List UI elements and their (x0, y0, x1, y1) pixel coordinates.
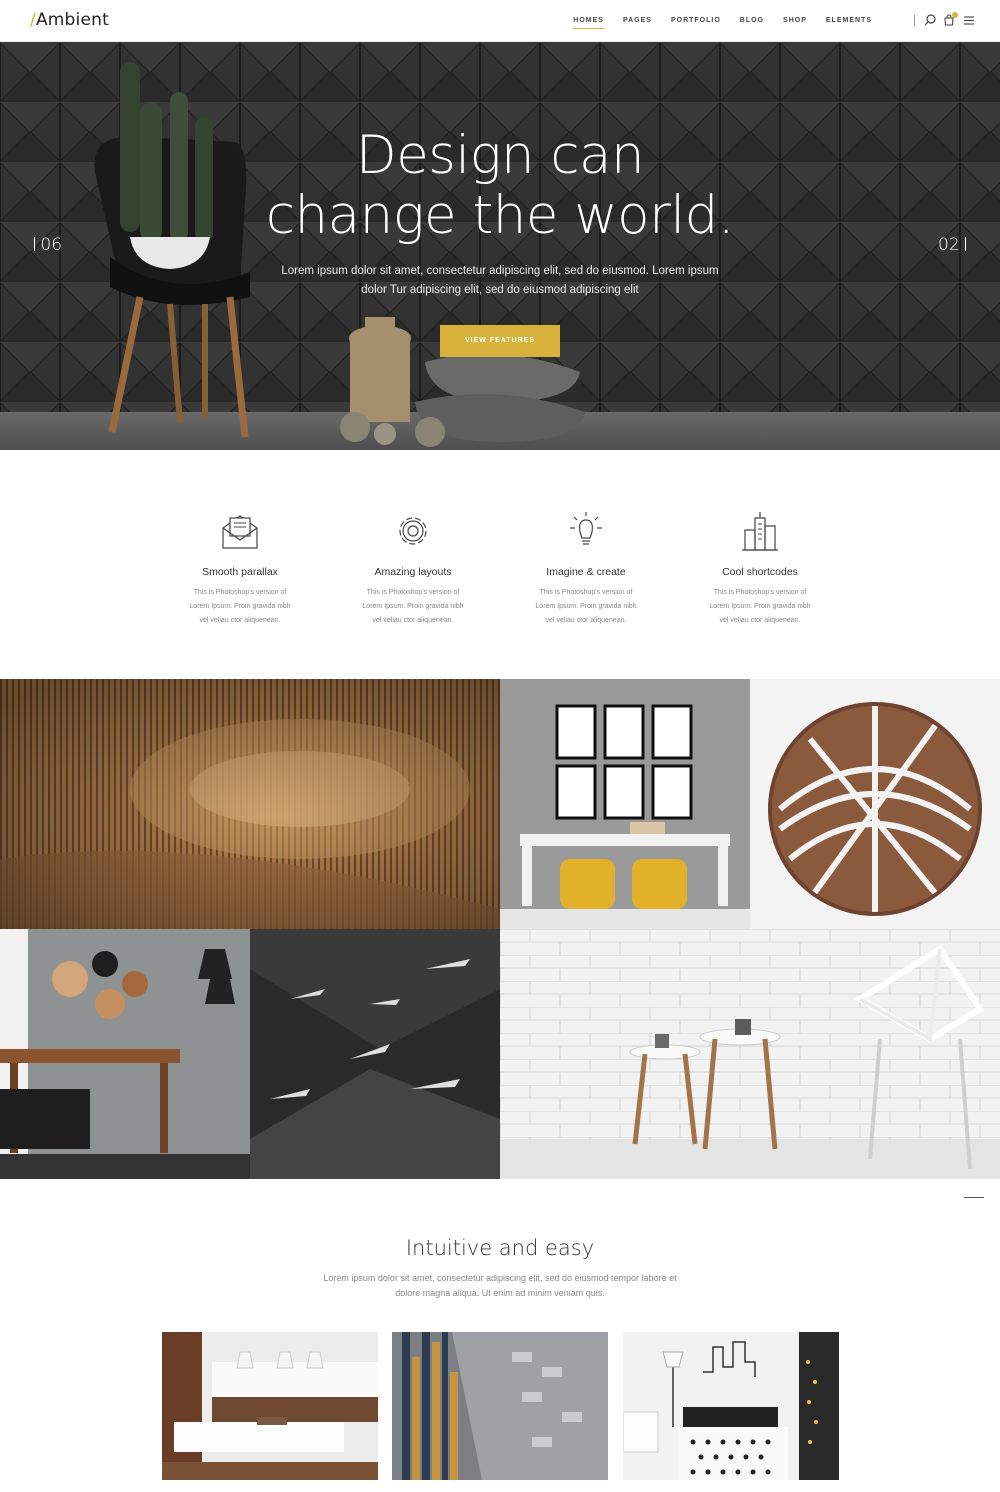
gallery-image-wood-sphere[interactable] (750, 679, 1000, 929)
section-divider (964, 1197, 984, 1198)
feature-text: This is Photoshop's version of Lorem Ips… (362, 589, 464, 624)
nav-homes[interactable]: HOMES (573, 0, 604, 42)
features-section: Smooth parallax This is Photoshop's vers… (0, 450, 1000, 678)
nav-divider (914, 15, 915, 26)
card-image-building[interactable] (392, 1332, 608, 1480)
gallery-image-dining-room[interactable] (0, 929, 250, 1179)
logo-text: Ambient (35, 10, 109, 30)
gallery-image-white-brick[interactable] (500, 929, 1000, 1179)
buildings-icon (742, 512, 778, 551)
hero-title-line1: Design can (355, 125, 645, 186)
portfolio-gallery (0, 679, 1000, 1179)
cart-badge (952, 12, 958, 18)
hero-title: Design can change the world. (0, 126, 1000, 246)
feature-text: This is Photoshop's version of Lorem Ips… (189, 589, 291, 624)
feature-item: Imagine & create This is Photoshop's ver… (511, 510, 661, 628)
gear-icon (399, 517, 427, 545)
nav-portfolio[interactable]: PORTFOLIO (671, 0, 721, 42)
card-image-kitchen[interactable] (162, 1332, 378, 1480)
menu-icon[interactable] (962, 13, 976, 27)
slide-prev[interactable]: 06 (34, 235, 62, 255)
gallery-image-wood-ceiling[interactable] (0, 679, 500, 929)
nav-elements[interactable]: ELEMENTS (826, 0, 872, 42)
hero-subtitle: Lorem ipsum dolor sit amet, consectetur … (281, 265, 719, 296)
gallery-image-abstract-dark[interactable] (250, 929, 500, 1179)
envelope-icon (222, 515, 258, 549)
lightbulb-icon (570, 512, 602, 545)
feature-item: Cool shortcodes This is Photoshop's vers… (685, 510, 835, 628)
feature-title: Smooth parallax (202, 566, 278, 578)
feature-title: Amazing layouts (374, 566, 452, 578)
feature-text: This is Photoshop's version of Lorem Ips… (535, 589, 637, 624)
hero-title-line2: change the world. (265, 185, 735, 246)
section-title: Intuitive and easy (405, 1236, 595, 1260)
hero-slider: Design can change the world. Lorem ipsum… (0, 42, 1000, 450)
feature-text: This is Photoshop's version of Lorem Ips… (709, 589, 811, 624)
nav-shop[interactable]: SHOP (783, 0, 807, 42)
feature-title: Imagine & create (546, 566, 626, 578)
feature-item: Smooth parallax This is Photoshop's vers… (165, 510, 315, 628)
hero-background-image (0, 42, 1000, 450)
logo[interactable]: /Ambient (30, 10, 109, 30)
nav-blog[interactable]: BLOG (740, 0, 764, 42)
site-header: /Ambient HOMES PAGES PORTFOLIO BLOG SHOP… (0, 0, 1000, 42)
view-features-button[interactable]: VIEW FEATURES (440, 325, 560, 357)
feature-title: Cool shortcodes (722, 566, 798, 578)
nav-pages[interactable]: PAGES (623, 0, 652, 42)
main-nav: HOMES PAGES PORTFOLIO BLOG SHOP ELEMENTS (554, 0, 872, 42)
feature-item: Amazing layouts This is Photoshop's vers… (338, 510, 488, 628)
gallery-image-frames-ottomans[interactable] (500, 679, 750, 929)
search-icon[interactable] (923, 13, 937, 27)
section-subtitle: Lorem ipsum dolor sit amet, consectetur … (323, 1273, 677, 1298)
slide-next[interactable]: 02 (938, 235, 966, 255)
card-image-bedroom[interactable] (623, 1332, 839, 1480)
